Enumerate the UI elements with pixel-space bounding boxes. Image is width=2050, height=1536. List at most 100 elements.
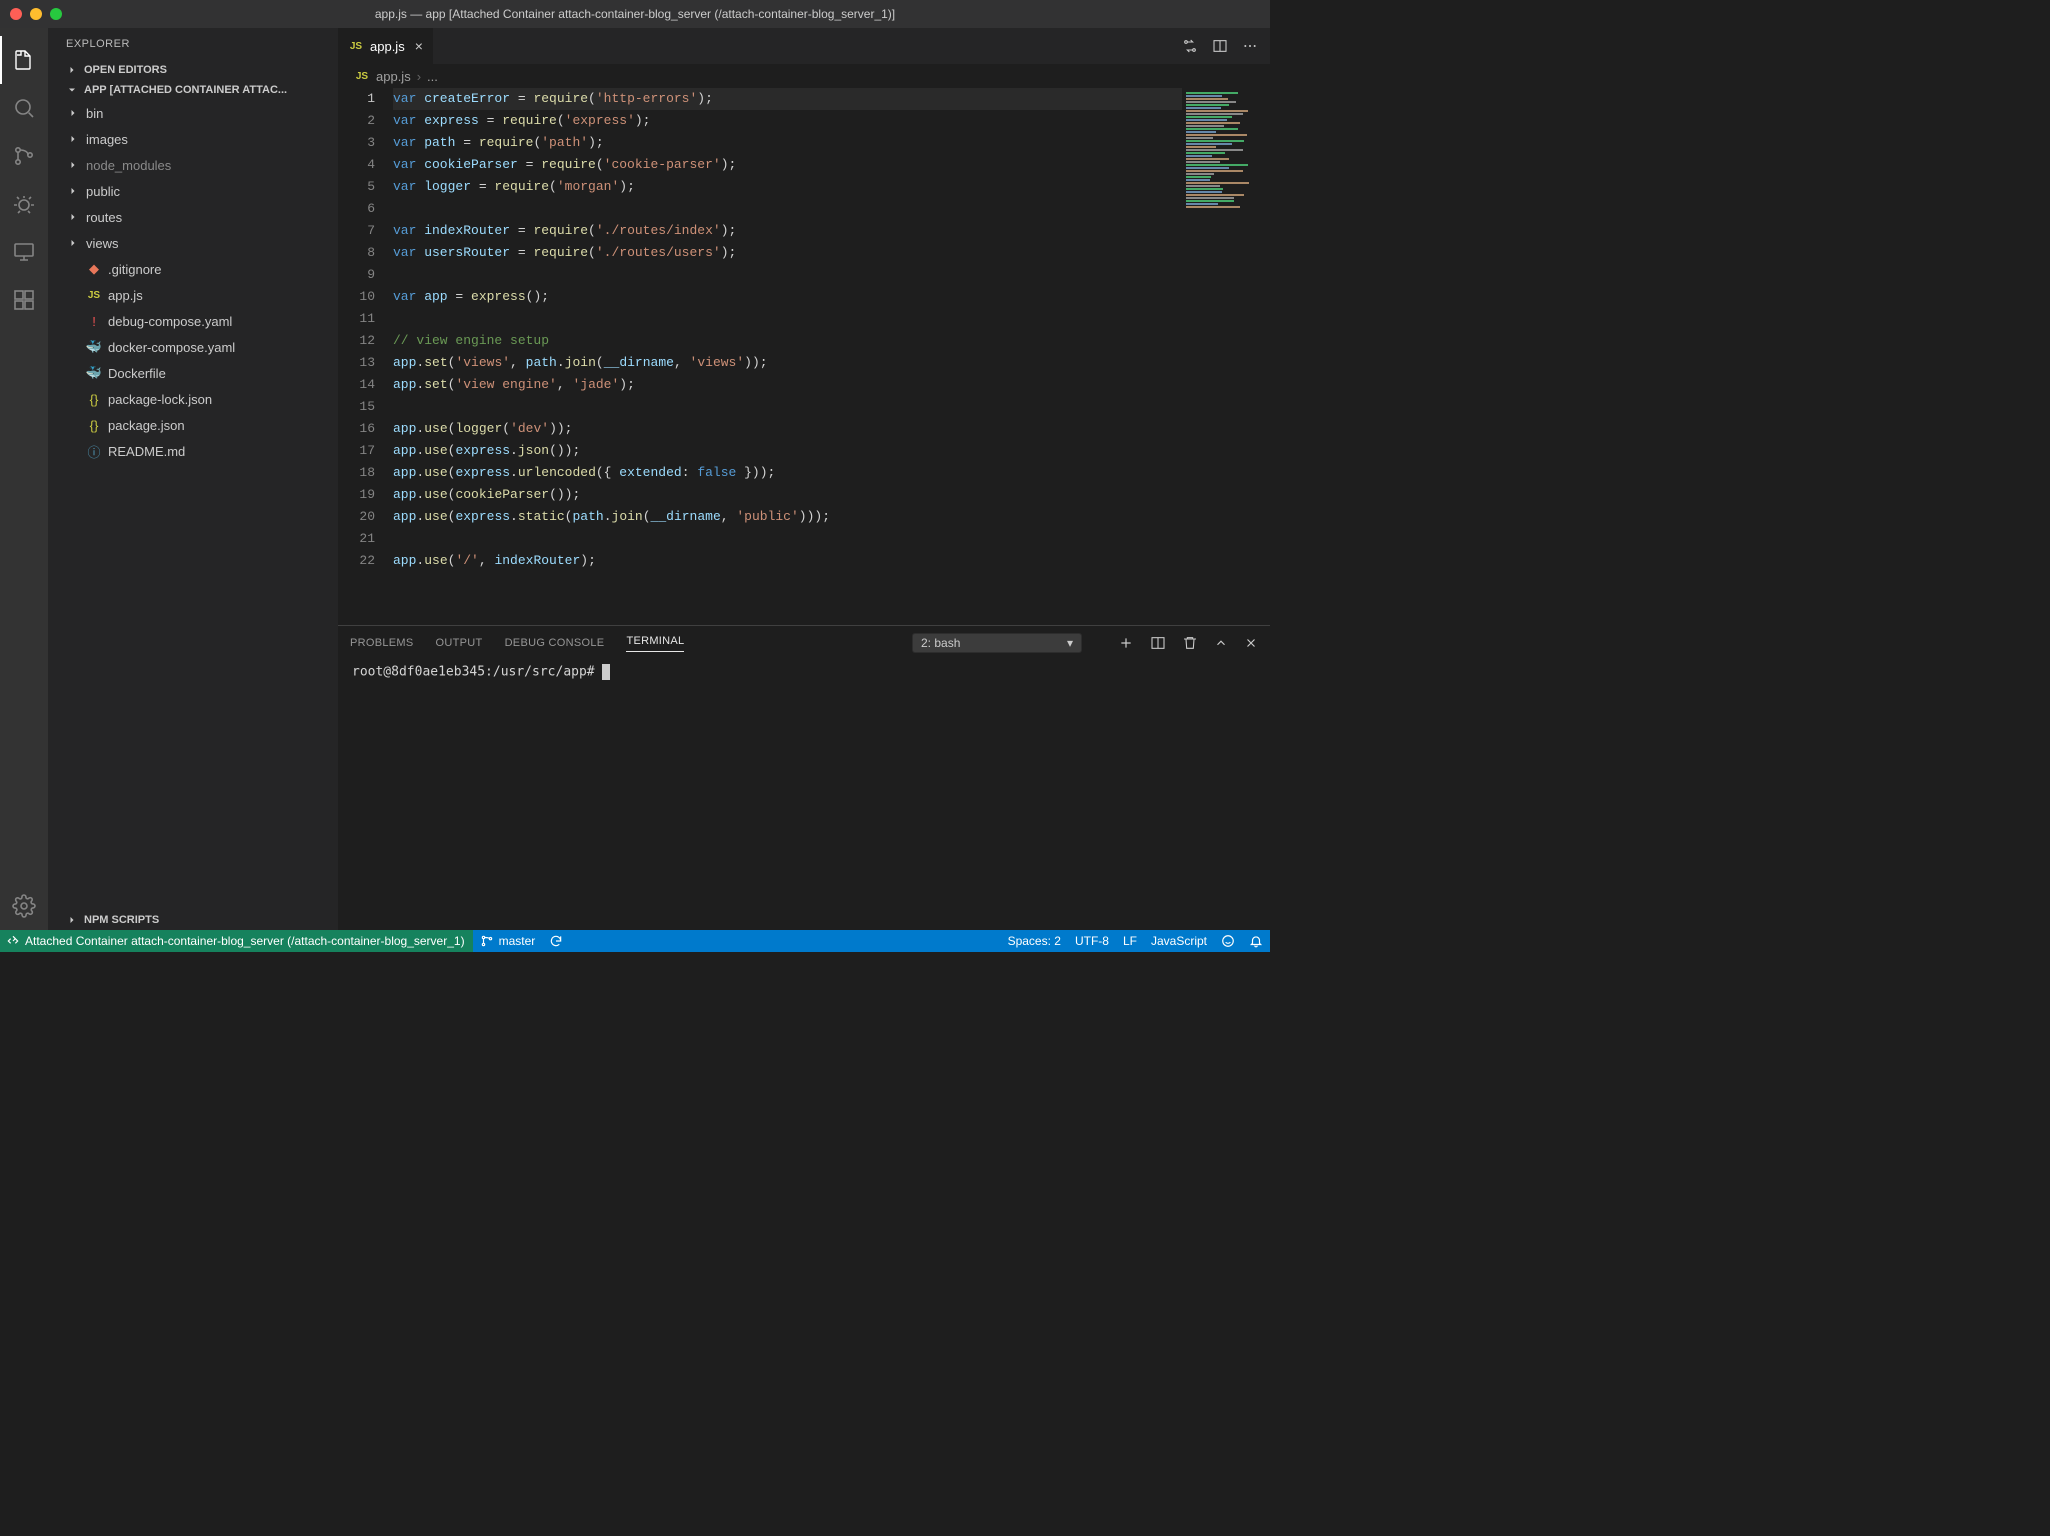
folder-name: node_modules (86, 158, 171, 173)
file-name: package.json (108, 418, 185, 433)
js-file-icon: JS (354, 71, 370, 82)
folder-item[interactable]: views (48, 230, 338, 256)
chevron-right-icon: › (417, 69, 421, 84)
tab-label: app.js (370, 39, 405, 54)
smiley-icon (1221, 934, 1235, 948)
file-name: Dockerfile (108, 366, 166, 381)
status-notifications[interactable] (1242, 930, 1270, 952)
status-encoding[interactable]: UTF-8 (1068, 930, 1116, 952)
activity-bar (0, 28, 48, 930)
breadcrumb-file: app.js (376, 69, 411, 84)
compare-changes-icon[interactable] (1182, 38, 1198, 54)
file-item[interactable]: {} package.json (48, 412, 338, 438)
yaml-file-icon: ! (86, 314, 102, 329)
chevron-down-icon (66, 84, 80, 96)
folder-item[interactable]: routes (48, 204, 338, 230)
chevron-right-icon (66, 237, 80, 249)
window-controls (10, 8, 62, 20)
folder-item[interactable]: images (48, 126, 338, 152)
terminal-cursor (602, 664, 610, 680)
status-branch[interactable]: master (473, 930, 543, 952)
js-file-icon: JS (86, 290, 102, 301)
bottom-panel: PROBLEMS OUTPUT DEBUG CONSOLE TERMINAL 2… (338, 625, 1270, 930)
status-feedback[interactable] (1214, 930, 1242, 952)
folder-item[interactable]: public (48, 178, 338, 204)
docker-compose-icon: 🐳 (86, 339, 102, 355)
activity-explorer[interactable] (0, 36, 48, 84)
section-open-editors[interactable]: OPEN EDITORS (48, 60, 338, 80)
file-item[interactable]: {}package-lock.json (48, 386, 338, 412)
git-branch-icon (480, 934, 494, 948)
panel-tab-output[interactable]: OUTPUT (436, 637, 483, 649)
activity-debug[interactable] (0, 180, 48, 228)
folder-item[interactable]: bin (48, 100, 338, 126)
tab-app-js[interactable]: JS app.js × (338, 28, 434, 64)
activity-settings[interactable] (0, 882, 48, 930)
activity-remote-explorer[interactable] (0, 228, 48, 276)
status-sync[interactable] (542, 930, 570, 952)
remote-icon (6, 934, 20, 948)
chevron-right-icon (66, 133, 80, 145)
breadcrumb-more: ... (427, 69, 438, 84)
status-remote-label: Attached Container attach-container-blog… (25, 934, 465, 948)
terminal-body[interactable]: root@8df0ae1eb345:/usr/src/app# (338, 660, 1270, 930)
file-item[interactable]: ⓘREADME.md (48, 438, 338, 464)
panel-tab-problems[interactable]: PROBLEMS (350, 637, 414, 649)
sync-icon (549, 934, 563, 948)
chevron-right-icon (66, 211, 80, 223)
split-editor-icon[interactable] (1212, 38, 1228, 54)
status-language[interactable]: JavaScript (1144, 930, 1214, 952)
js-file-icon: JS (348, 41, 364, 52)
editor-group: JS app.js × JS app.js › ... 123456789101… (338, 28, 1270, 930)
status-eol[interactable]: LF (1116, 930, 1144, 952)
dropdown-icon: ▾ (1067, 636, 1073, 650)
close-tab-icon[interactable]: × (415, 38, 423, 54)
sidebar-title: EXPLORER (48, 28, 338, 60)
chevron-right-icon (66, 159, 80, 171)
file-name: debug-compose.yaml (108, 314, 232, 329)
code-editor[interactable]: 12345678910111213141516171819202122 var … (338, 88, 1270, 625)
section-npm-scripts[interactable]: NPM SCRIPTS (48, 910, 338, 930)
chevron-up-icon[interactable] (1214, 636, 1228, 650)
trash-icon[interactable] (1182, 635, 1198, 651)
minimize-window-button[interactable] (30, 8, 42, 20)
section-project[interactable]: APP [ATTACHED CONTAINER ATTAC... (48, 80, 338, 100)
status-remote[interactable]: Attached Container attach-container-blog… (0, 930, 473, 952)
file-item[interactable]: 🐳 docker-compose.yaml (48, 334, 338, 360)
file-name: docker-compose.yaml (108, 340, 235, 355)
file-item[interactable]: JSapp.js (48, 282, 338, 308)
json-file-icon: {} (86, 418, 102, 433)
file-name: package-lock.json (108, 392, 212, 407)
minimap[interactable] (1182, 88, 1270, 208)
close-panel-icon[interactable] (1244, 636, 1258, 650)
more-actions-icon[interactable] (1242, 38, 1258, 54)
split-terminal-icon[interactable] (1150, 635, 1166, 651)
close-window-button[interactable] (10, 8, 22, 20)
breadcrumb[interactable]: JS app.js › ... (338, 64, 1270, 88)
file-tree: bin images node_modulespublicroutesviews◆.… (48, 100, 338, 910)
activity-search[interactable] (0, 84, 48, 132)
new-terminal-icon[interactable] (1118, 635, 1134, 651)
folder-name: bin (86, 106, 103, 121)
folder-name: images (86, 132, 128, 147)
section-label: OPEN EDITORS (84, 64, 167, 76)
file-item[interactable]: 🐳Dockerfile (48, 360, 338, 386)
activity-extensions[interactable] (0, 276, 48, 324)
panel-tab-debug-console[interactable]: DEBUG CONSOLE (505, 637, 605, 649)
maximize-window-button[interactable] (50, 8, 62, 20)
section-label: APP [ATTACHED CONTAINER ATTAC... (84, 84, 287, 96)
status-spaces[interactable]: Spaces: 2 (1001, 930, 1068, 952)
folder-item[interactable]: node_modules (48, 152, 338, 178)
terminal-prompt: root@8df0ae1eb345:/usr/src/app# (352, 665, 602, 680)
status-bar: Attached Container attach-container-blog… (0, 930, 1270, 952)
file-item[interactable]: ◆.gitignore (48, 256, 338, 282)
sidebar: EXPLORER OPEN EDITORS APP [ATTACHED CONT… (48, 28, 338, 930)
terminal-select[interactable]: 2: bash ▾ (912, 633, 1082, 653)
terminal-select-label: 2: bash (921, 636, 960, 650)
panel-tab-terminal[interactable]: TERMINAL (626, 635, 684, 652)
line-numbers: 12345678910111213141516171819202122 (338, 88, 393, 625)
activity-source-control[interactable] (0, 132, 48, 180)
code-content[interactable]: var createError = require('http-errors')… (393, 88, 1270, 625)
file-item[interactable]: ! debug-compose.yaml (48, 308, 338, 334)
section-label: NPM SCRIPTS (84, 914, 159, 926)
